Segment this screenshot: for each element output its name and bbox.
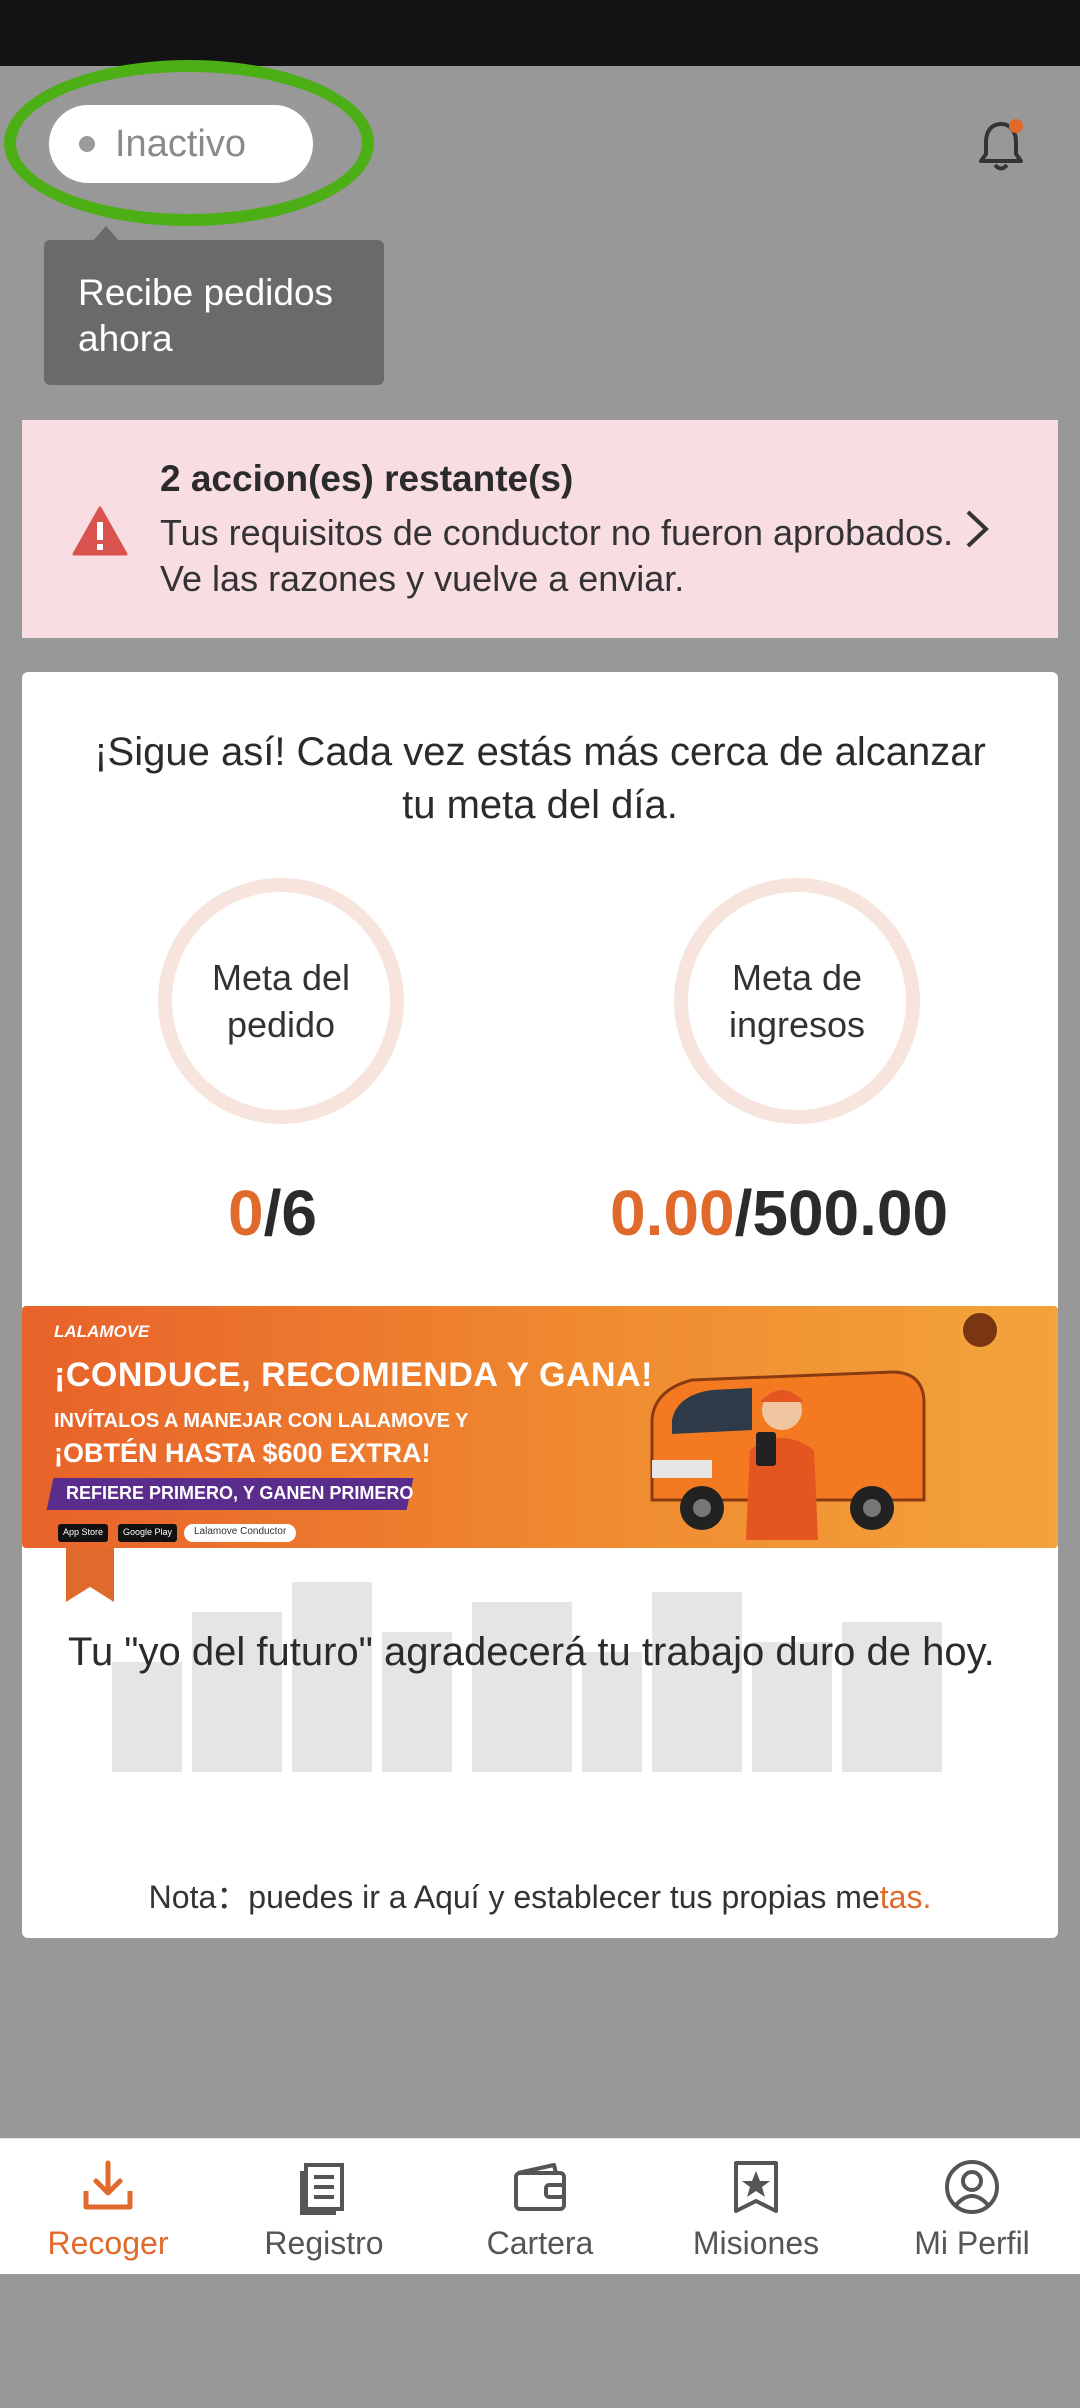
banner-ribbon-text: REFIERE PRIMERO, Y GANEN PRIMERO xyxy=(66,1483,414,1503)
nav-label-misiones: Misiones xyxy=(692,2225,820,2261)
income-goal-current: 0.00 xyxy=(610,1177,735,1249)
notification-bell-icon[interactable] xyxy=(976,118,1026,174)
order-goal-ring[interactable]: Meta del pedido xyxy=(158,878,404,1124)
document-list-icon xyxy=(300,2163,344,2215)
income-goal-label-line2: ingresos xyxy=(728,1004,866,1045)
nav-label-recoger: Recoger xyxy=(47,2225,169,2261)
banner-title: ¡CONDUCE, RECOMIENDA Y GANA! xyxy=(54,1356,653,1394)
nav-item-registro[interactable]: Registro xyxy=(216,2139,432,2274)
income-goal-value: 0.00/500.00 xyxy=(610,1176,948,1250)
daily-goal-card: ¡Sigue así! Cada vez estás más cerca de … xyxy=(22,672,1058,1938)
download-tray-icon xyxy=(83,2160,133,2210)
nav-item-misiones[interactable]: Misiones xyxy=(648,2139,864,2274)
google-play-badge: Google Play xyxy=(118,1524,178,1542)
order-goal-label-line2: pedido xyxy=(226,1004,336,1045)
nav-label-mi-perfil: Mi Perfil xyxy=(914,2225,1030,2261)
note-link[interactable]: tas. xyxy=(880,1879,932,1915)
highlight-ring xyxy=(4,60,374,226)
note-text: Nota：puedes ir a Aquí y establecer tus p… xyxy=(148,1879,880,1915)
goal-headline: ¡Sigue así! Cada vez estás más cerca de … xyxy=(94,730,986,827)
order-goal-total: /6 xyxy=(263,1177,317,1249)
system-navigation-area xyxy=(0,2274,1080,2408)
order-goal-value: 0/6 xyxy=(228,1176,317,1250)
motivational-text: Tu "yo del futuro" agradecerá tu trabajo… xyxy=(68,1630,995,1674)
store-search-pill: Lalamove Conductor xyxy=(184,1524,297,1542)
income-goal-ring[interactable]: Meta de ingresos xyxy=(674,878,920,1124)
warning-icon xyxy=(72,506,128,556)
nav-item-mi-perfil[interactable]: Mi Perfil xyxy=(864,2139,1080,2274)
nav-item-recoger[interactable]: Recoger xyxy=(0,2139,216,2274)
star-badge-icon xyxy=(734,2161,778,2213)
bottom-navigation: Recoger Registro Cartera Misiones Mi Per… xyxy=(0,2138,1080,2274)
income-goal-total: /500.00 xyxy=(734,1177,949,1249)
requirements-alert[interactable]: 2 accion(es) restante(s) Tus requisitos … xyxy=(22,420,1058,638)
chevron-right-icon xyxy=(966,510,989,548)
goal-note: Nota：puedes ir a Aquí y establecer tus p… xyxy=(22,1872,1058,1918)
nav-item-cartera[interactable]: Cartera xyxy=(432,2139,648,2274)
income-goal-label-line1: Meta de xyxy=(731,957,863,998)
referral-promo-banner[interactable]: LALAMOVE ¡CONDUCE, RECOMIENDA Y GANA! IN… xyxy=(22,1306,1058,1548)
banner-subtitle-1: INVÍTALOS A MANEJAR CON LALAMOVE Y xyxy=(54,1410,469,1432)
alert-body: Tus requisitos de conductor no fueron ap… xyxy=(160,512,954,599)
driver-badge-icon xyxy=(960,1310,1000,1350)
bookmark-ribbon-icon xyxy=(66,1548,114,1602)
alert-title: 2 accion(es) restante(s) xyxy=(160,458,574,499)
order-goal-label-line1: Meta del xyxy=(211,957,351,998)
nav-label-registro: Registro xyxy=(264,2225,384,2261)
system-status-bar xyxy=(0,0,1080,66)
order-goal-current: 0 xyxy=(228,1177,264,1249)
user-circle-icon xyxy=(945,2160,999,2214)
status-tooltip: Recibe pedidos ahora xyxy=(44,240,384,385)
wallet-icon xyxy=(514,2163,566,2211)
delivery-van-illustration xyxy=(650,1370,926,1540)
nav-label-cartera: Cartera xyxy=(486,2225,594,2261)
app-store-badge: App Store xyxy=(58,1524,109,1542)
brand-logo: LALAMOVE xyxy=(54,1322,150,1341)
banner-subtitle-2: ¡OBTÉN HASTA $600 EXTRA! xyxy=(54,1438,431,1468)
